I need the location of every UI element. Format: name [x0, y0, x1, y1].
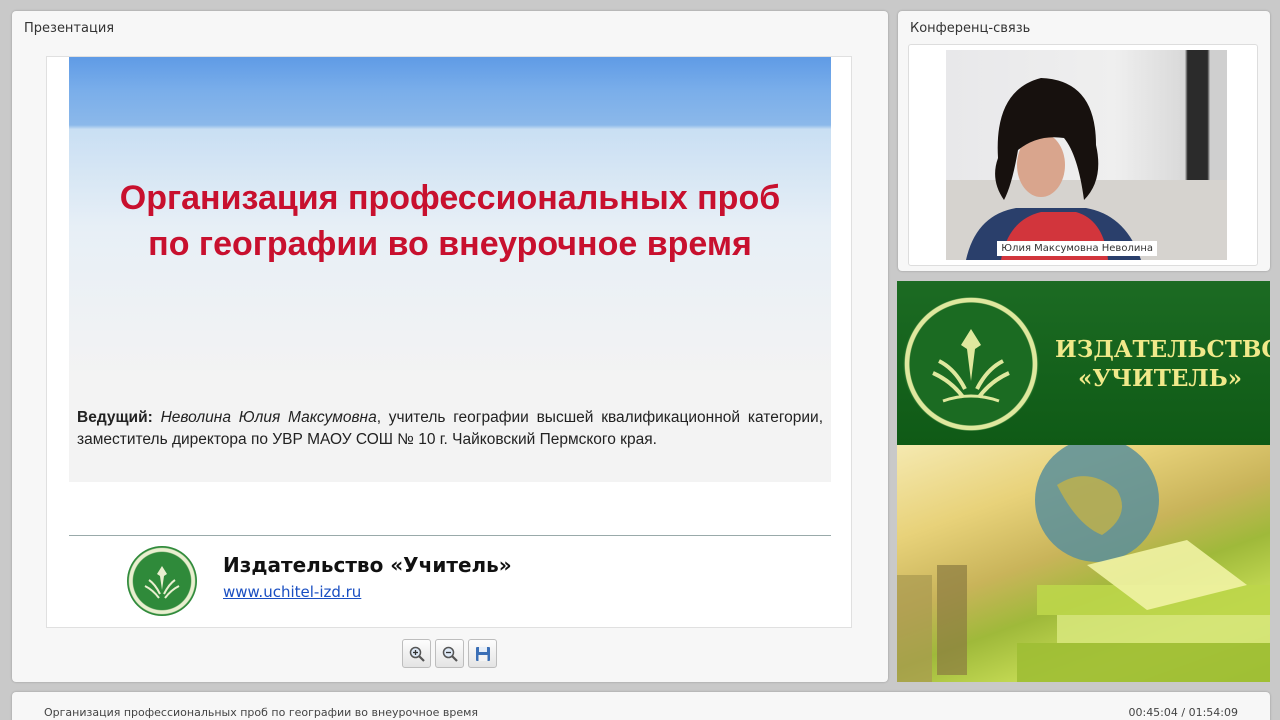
conference-panel: Конференц-связь Юлия Максумовна Неволина [898, 11, 1270, 271]
playback-time: 00:45:04 / 01:54:09 [1128, 706, 1238, 719]
presentation-panel-title: Презентация [24, 21, 115, 36]
video-container: Юлия Максумовна Неволина [908, 44, 1258, 266]
banner-name-line1: ИЗДАТЕЛЬСТВО [1055, 336, 1270, 363]
webcam-video[interactable]: Юлия Максумовна Неволина [946, 50, 1227, 260]
zoom-out-button[interactable] [435, 639, 464, 668]
presentation-panel: Презентация Организация профессиональных… [12, 11, 888, 682]
slide-heading-line2: по географии во внеурочное время [148, 225, 752, 263]
participant-name-label: Юлия Максумовна Неволина [997, 241, 1157, 256]
banner-publisher-name: ИЗДАТЕЛЬСТВО «УЧИТЕЛЬ» [1055, 335, 1270, 393]
conference-panel-title: Конференц-связь [910, 21, 1031, 36]
slide-publisher-name: Издательство «Учитель» [223, 553, 512, 577]
footer-bar: Организация профессиональных проб по гео… [12, 692, 1270, 720]
banner-name-line2: «УЧИТЕЛЬ» [1077, 365, 1243, 392]
slide-divider [69, 535, 831, 536]
zoom-in-icon [409, 646, 425, 662]
slide-publisher-link[interactable]: www.uchitel-izd.ru [223, 583, 361, 601]
floppy-disk-icon [475, 646, 490, 661]
host-label: Ведущий: [77, 409, 153, 426]
footer-webinar-title: Организация профессиональных проб по гео… [44, 706, 479, 719]
zoom-in-button[interactable] [402, 639, 431, 668]
slide-heading-line1: Организация профессиональных проб [119, 179, 781, 217]
publisher-logo-icon [127, 546, 197, 616]
publisher-banner: ИЗДАТЕЛЬСТВО «УЧИТЕЛЬ» [897, 281, 1270, 682]
slide-toolbar [402, 639, 497, 668]
slide-heading: Организация профессиональных проб по гео… [69, 175, 831, 267]
banner-logo-icon [903, 297, 1039, 431]
webcam-person-image [946, 78, 1227, 260]
presentation-slide: Организация профессиональных проб по гео… [46, 56, 852, 628]
slide-host-info: Ведущий: Неволина Юлия Максумовна, учите… [77, 407, 823, 451]
banner-books-globe-image [897, 438, 1270, 682]
zoom-out-icon [442, 646, 458, 662]
save-button[interactable] [468, 639, 497, 668]
banner-header: ИЗДАТЕЛЬСТВО «УЧИТЕЛЬ» [897, 281, 1270, 445]
host-name: Неволина Юлия Максумовна [160, 409, 377, 426]
